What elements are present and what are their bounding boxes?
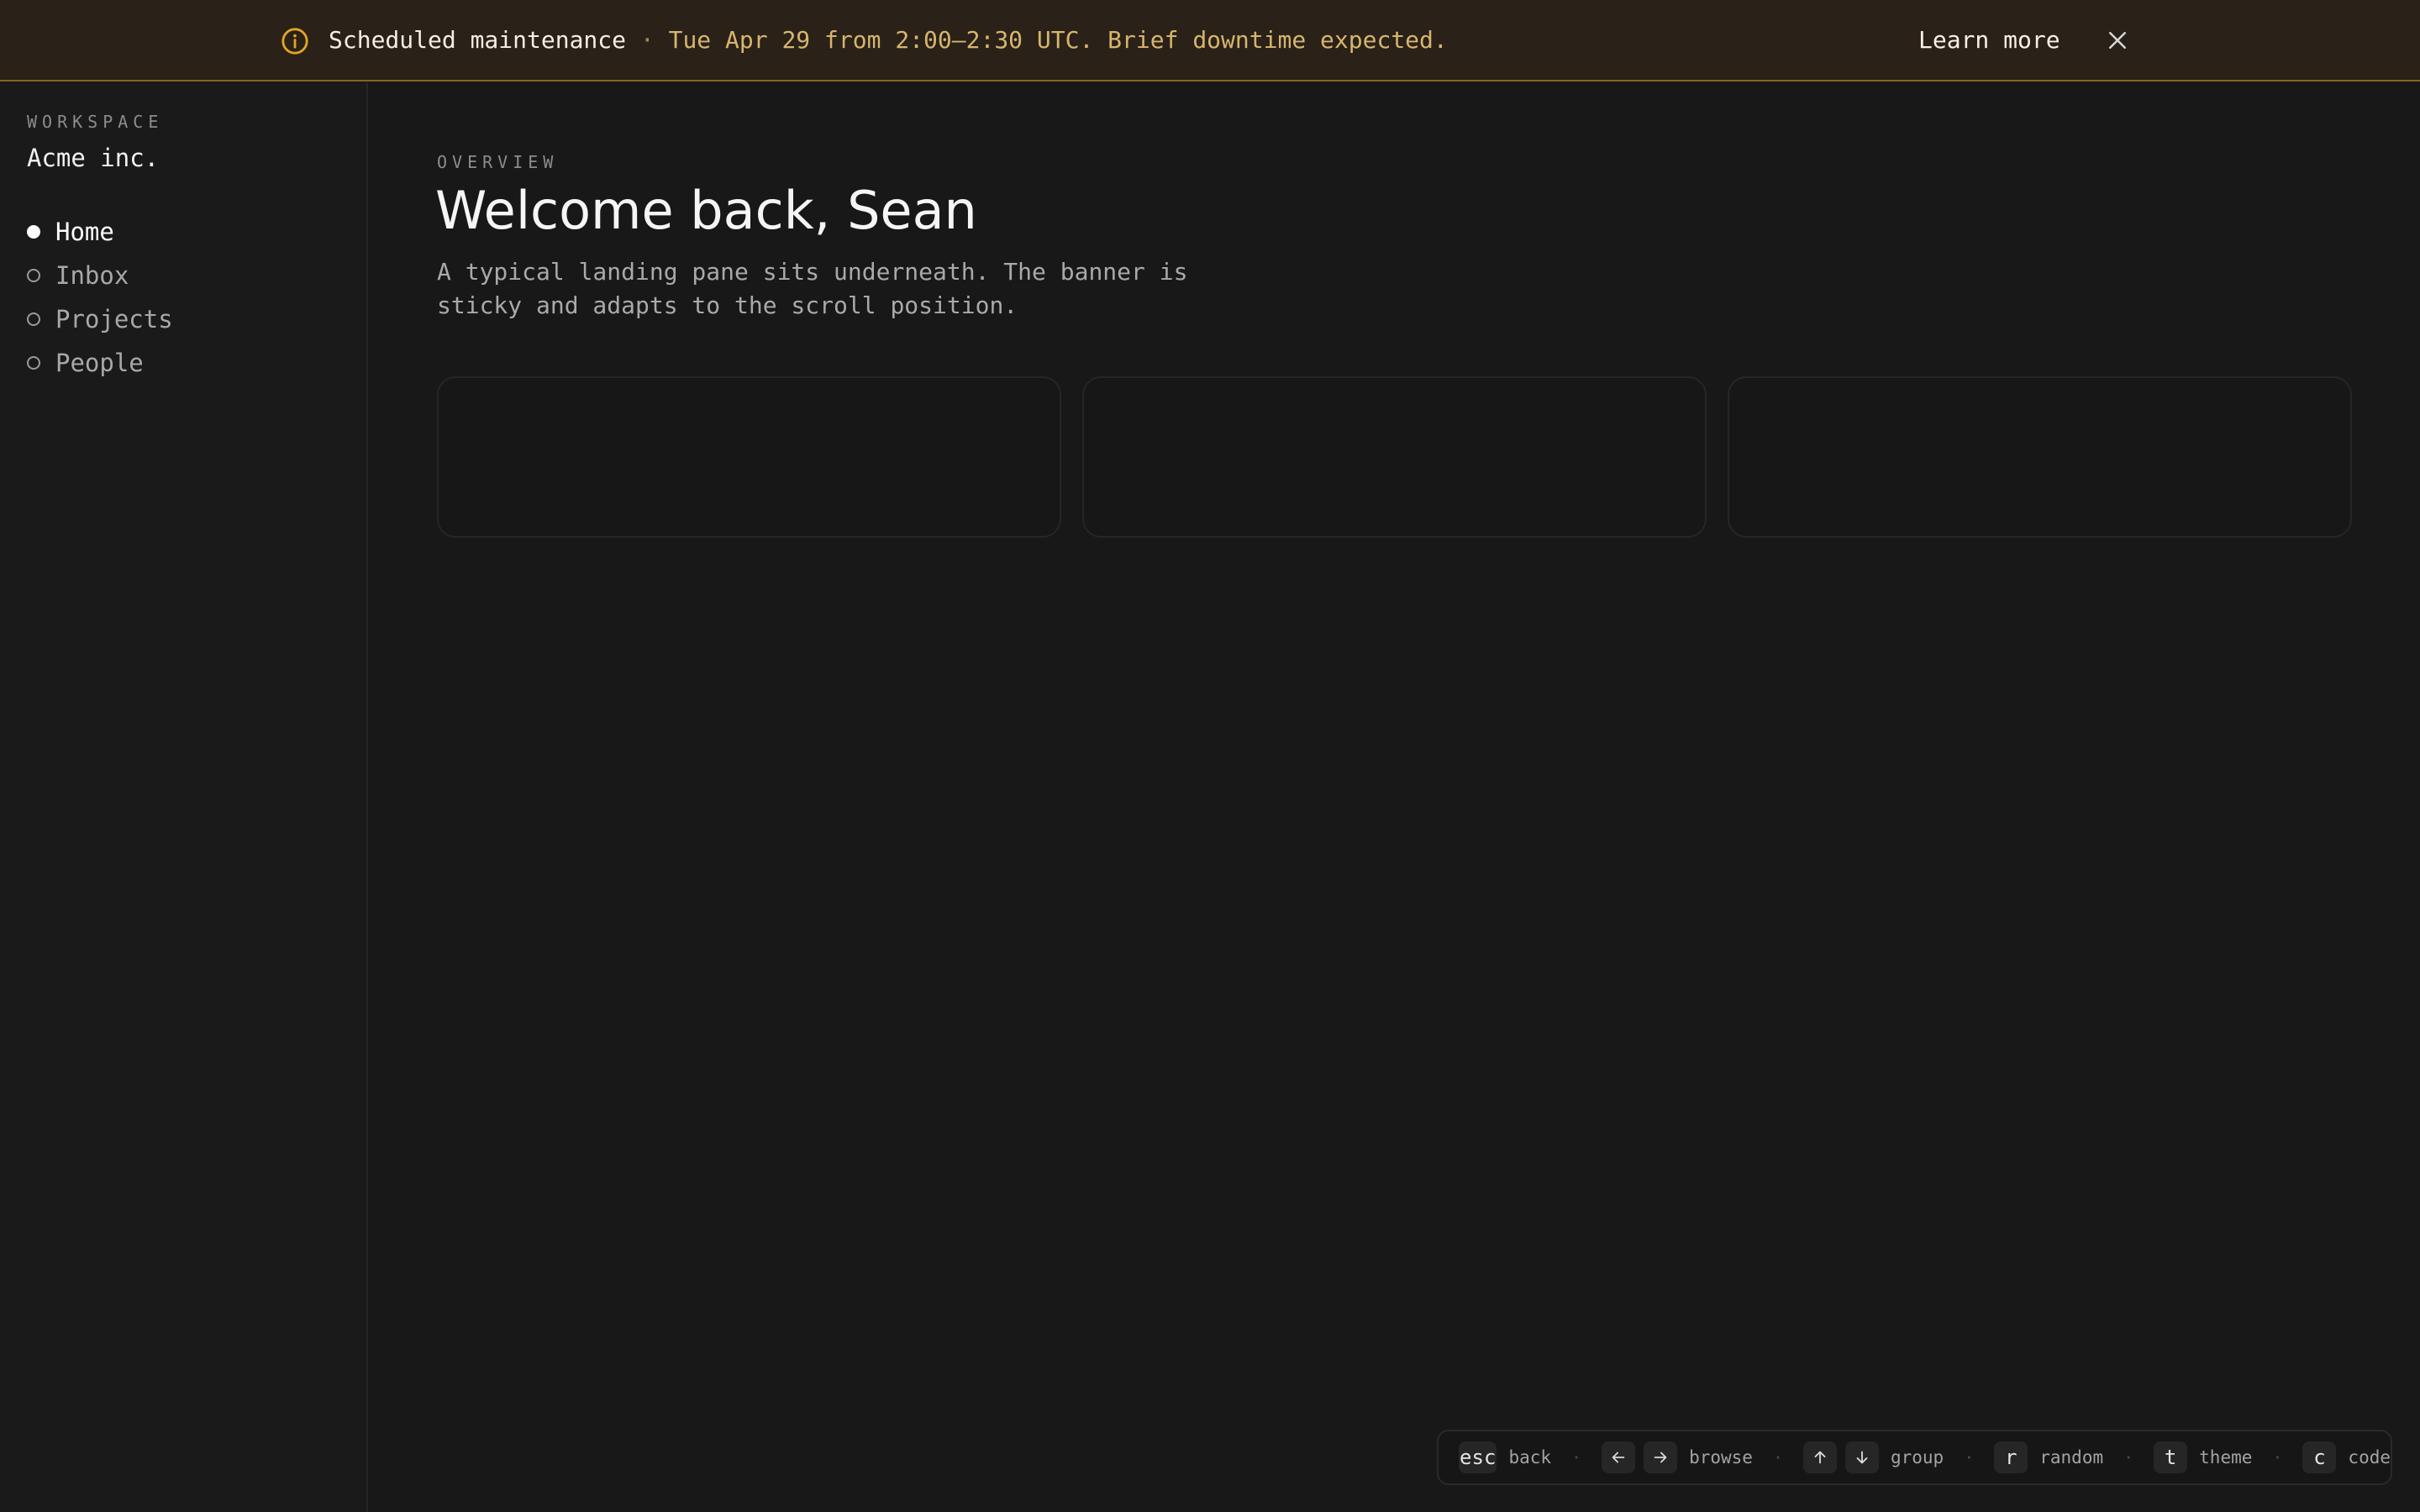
page-description: A typical landing pane sits underneath. … (437, 258, 1188, 319)
shortcut-separator: · (1571, 1447, 1582, 1467)
banner-message: Scheduled maintenance · Tue Apr 29 from … (329, 25, 1448, 55)
sidebar-item-projects[interactable]: Projects (27, 302, 329, 336)
esc-key[interactable]: esc (1459, 1441, 1497, 1473)
workspace-label: WORKSPACE (27, 112, 164, 132)
arrow-right-icon (1654, 1452, 1667, 1463)
sidebar-item-label: Home (55, 218, 114, 246)
arrow-down-key[interactable] (1844, 1441, 1879, 1473)
info-icon (281, 28, 308, 55)
shortcut-label: theme (2199, 1447, 2253, 1467)
sidebar-item-inbox[interactable]: Inbox (27, 259, 329, 292)
shortcut-label: random (2039, 1447, 2104, 1467)
shortcut-label: code (2348, 1447, 2391, 1467)
c-key[interactable]: c (2302, 1441, 2337, 1473)
sidebar-item-people[interactable]: People (27, 346, 329, 380)
sidebar: WORKSPACE Acme inc. Home Inbox Projects … (0, 83, 368, 1512)
inactive-dot-icon (27, 269, 40, 282)
inactive-dot-icon (27, 312, 40, 326)
overview-card[interactable] (437, 376, 1061, 538)
overview-card[interactable] (1728, 376, 2352, 538)
sidebar-item-label: Inbox (55, 261, 129, 290)
shortcut-label: group (1890, 1447, 1944, 1467)
shortcut-separator: · (2123, 1447, 2134, 1467)
arrow-left-key[interactable] (1602, 1441, 1636, 1473)
shortcut-separator: · (1964, 1447, 1975, 1467)
r-key[interactable]: r (1994, 1441, 2028, 1473)
banner-title: Scheduled maintenance (329, 26, 627, 54)
shortcut-label: back (1508, 1447, 1552, 1467)
page-title: Welcome back, Sean (435, 180, 977, 241)
t-key[interactable]: t (2154, 1441, 2188, 1473)
sidebar-item-label: Projects (55, 305, 173, 333)
shortcut-label: browse (1689, 1447, 1753, 1467)
inactive-dot-icon (27, 356, 40, 370)
arrow-right-key[interactable] (1644, 1441, 1678, 1473)
learn-more-link[interactable]: Learn more (1918, 25, 2060, 55)
sidebar-item-label: People (55, 349, 144, 377)
arrow-down-icon (1856, 1451, 1868, 1464)
overview-card[interactable] (1082, 376, 1707, 538)
arrow-up-key[interactable] (1802, 1441, 1837, 1473)
arrow-up-icon (1814, 1451, 1826, 1464)
section-overline: OVERVIEW (437, 152, 559, 172)
shortcut-separator: · (1772, 1447, 1783, 1467)
active-dot-icon (27, 225, 40, 239)
maintenance-banner: Scheduled maintenance · Tue Apr 29 from … (0, 0, 2420, 81)
arrow-left-icon (1612, 1452, 1625, 1463)
banner-separator: · (639, 26, 655, 54)
sidebar-item-home[interactable]: Home (27, 215, 329, 249)
close-icon[interactable] (2105, 28, 2130, 53)
shortcut-bar: esc back · browse · group · r random · t… (1437, 1430, 2392, 1485)
workspace-name[interactable]: Acme inc. (27, 144, 159, 172)
banner-detail: Tue Apr 29 from 2:00–2:30 UTC. Brief dow… (668, 26, 1448, 54)
shortcut-separator: · (2272, 1447, 2283, 1467)
